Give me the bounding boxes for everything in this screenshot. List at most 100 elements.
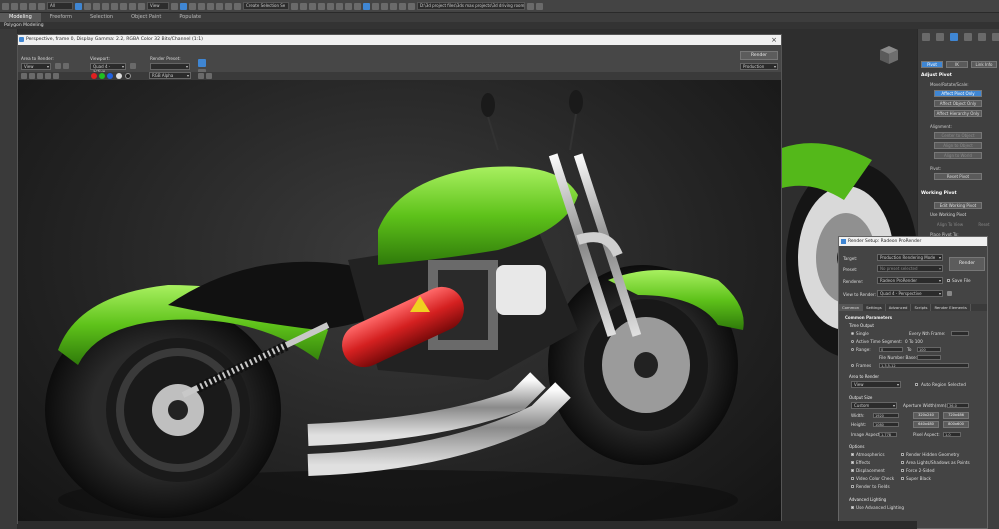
ribbon-tab-selection[interactable]: Selection xyxy=(81,13,122,22)
affect-pivot-only-button[interactable]: Affect Pivot Only xyxy=(934,90,982,97)
size-preset-640-button[interactable]: 640x480 xyxy=(913,421,939,428)
alpha-channel-icon[interactable] xyxy=(116,73,122,79)
render-mode-dropdown[interactable]: Production xyxy=(740,63,778,70)
toggle-ui-icon[interactable] xyxy=(206,73,212,79)
render-preset-dropdown[interactable] xyxy=(150,63,190,70)
active-segment-radio[interactable] xyxy=(851,340,854,343)
close-icon[interactable]: × xyxy=(771,35,777,45)
clear-icon[interactable] xyxy=(53,73,59,79)
spinner-snap-icon[interactable] xyxy=(225,2,232,10)
rendered-image[interactable] xyxy=(18,80,781,523)
green-channel-icon[interactable] xyxy=(99,73,105,79)
select-place-icon[interactable] xyxy=(138,2,145,10)
edit-working-pivot-button[interactable]: Edit Working Pivot xyxy=(934,202,982,209)
select-manipulate-icon[interactable] xyxy=(180,2,187,10)
edit-region-icon[interactable] xyxy=(55,63,61,69)
render-button[interactable]: Render xyxy=(740,51,778,60)
select-move-icon[interactable] xyxy=(111,2,118,10)
ribbon-toggle-icon[interactable] xyxy=(327,2,334,10)
frames-radio[interactable] xyxy=(851,364,854,367)
single-radio[interactable] xyxy=(851,332,854,335)
window-crossing-icon[interactable] xyxy=(102,2,109,10)
reset-pivot-button[interactable]: Reset Pivot xyxy=(934,173,982,180)
a360-icon[interactable] xyxy=(399,2,406,10)
utilities-tab-icon[interactable] xyxy=(992,33,999,41)
area-to-render-select[interactable]: View xyxy=(851,381,901,388)
material-editor-icon[interactable] xyxy=(354,2,361,10)
renderer-dropdown[interactable]: Radeon ProRender xyxy=(877,277,943,284)
pivot-tab-button[interactable]: Pivot xyxy=(921,61,943,68)
viewcube-icon[interactable] xyxy=(876,44,902,66)
project-folder-icon[interactable] xyxy=(527,2,534,10)
layer-explorer-icon[interactable] xyxy=(318,2,325,10)
link-info-tab-button[interactable]: Link Info xyxy=(971,61,997,68)
range-from-field[interactable]: 0 xyxy=(879,347,903,352)
render-hidden-checkbox[interactable] xyxy=(901,453,904,456)
project-path-dropdown[interactable]: D:\3d project files\3ds max projects\3d … xyxy=(417,2,525,10)
force-2-sided-checkbox[interactable] xyxy=(901,469,904,472)
auto-region-icon[interactable] xyxy=(63,63,69,69)
render-setup-icon[interactable] xyxy=(363,2,370,10)
size-preset-720-button[interactable]: 720x486 xyxy=(943,412,969,419)
rendered-frame-icon[interactable] xyxy=(372,2,379,10)
snaps-toggle-icon[interactable] xyxy=(198,2,205,10)
align-icon[interactable] xyxy=(300,2,307,10)
center-to-object-button[interactable]: Center to Object xyxy=(934,132,982,139)
working-pivot-header[interactable]: Working Pivot xyxy=(921,191,957,196)
size-preset-320-button[interactable]: 320x240 xyxy=(913,412,939,419)
video-color-check-checkbox[interactable] xyxy=(851,477,854,480)
align-to-view-button[interactable]: Align To View xyxy=(930,222,970,229)
selection-filter-dropdown[interactable]: All xyxy=(47,2,73,10)
rect-selection-icon[interactable] xyxy=(93,2,100,10)
mono-icon[interactable] xyxy=(125,73,131,79)
area-lights-checkbox[interactable] xyxy=(901,461,904,464)
angle-snap-icon[interactable] xyxy=(207,2,214,10)
output-size-dropdown[interactable]: Custom xyxy=(851,402,897,409)
common-parameters-header[interactable]: Common Parameters xyxy=(845,315,892,320)
select-rotate-icon[interactable] xyxy=(120,2,127,10)
auto-region-checkbox[interactable] xyxy=(915,383,918,386)
ribbon-tab-populate[interactable]: Populate xyxy=(170,13,210,22)
percent-snap-icon[interactable] xyxy=(216,2,223,10)
blue-channel-icon[interactable] xyxy=(107,73,113,79)
unlink-icon[interactable] xyxy=(29,2,36,10)
hierarchy-tab-icon[interactable] xyxy=(950,33,958,41)
tab-advanced[interactable]: Advanced xyxy=(886,304,912,311)
tab-render-elements[interactable]: Render Elements xyxy=(931,304,971,311)
affect-object-only-button[interactable]: Affect Object Only xyxy=(934,100,982,107)
every-nth-field[interactable] xyxy=(951,331,969,336)
render-setup-render-button[interactable]: Render xyxy=(949,257,985,271)
image-aspect-field[interactable]: 1.778 xyxy=(879,432,897,437)
lock-viewport-icon[interactable] xyxy=(130,63,136,69)
modify-tab-icon[interactable] xyxy=(936,33,944,41)
copy-image-icon[interactable] xyxy=(29,73,35,79)
curve-editor-icon[interactable] xyxy=(336,2,343,10)
width-field[interactable]: 1920 xyxy=(873,413,899,418)
workspace-icon[interactable] xyxy=(536,2,543,10)
height-field[interactable]: 1080 xyxy=(873,422,899,427)
align-to-object-button[interactable]: Align to Object xyxy=(934,142,982,149)
atmospherics-checkbox[interactable] xyxy=(851,453,854,456)
ribbon-tab-object-paint[interactable]: Object Paint xyxy=(122,13,170,22)
super-black-checkbox[interactable] xyxy=(901,477,904,480)
red-channel-icon[interactable] xyxy=(91,73,97,79)
color-swatch-icon[interactable] xyxy=(198,73,204,79)
save-file-checkbox[interactable] xyxy=(947,279,950,282)
range-to-field[interactable]: 100 xyxy=(917,347,941,352)
use-working-pivot-button[interactable]: Use Working Pivot xyxy=(930,212,970,219)
schematic-view-icon[interactable] xyxy=(345,2,352,10)
area-to-render-dropdown[interactable]: View xyxy=(21,63,51,70)
view-to-render-dropdown[interactable]: Quad 4 - Perspective xyxy=(877,290,943,297)
undo-icon[interactable] xyxy=(2,2,9,10)
save-image-icon[interactable] xyxy=(21,73,27,79)
link-icon[interactable] xyxy=(20,2,27,10)
render-to-fields-checkbox[interactable] xyxy=(851,485,854,488)
keyboard-shortcut-icon[interactable] xyxy=(189,2,196,10)
redo-icon[interactable] xyxy=(11,2,18,10)
edit-named-selection-icon[interactable] xyxy=(234,2,241,10)
ribbon-tab-modeling[interactable]: Modeling xyxy=(0,13,41,22)
render-setup-icon[interactable] xyxy=(198,59,206,67)
effects-checkbox[interactable] xyxy=(851,461,854,464)
aperture-field[interactable]: 36.0 xyxy=(947,403,969,408)
adjust-pivot-header[interactable]: Adjust Pivot xyxy=(921,73,952,78)
